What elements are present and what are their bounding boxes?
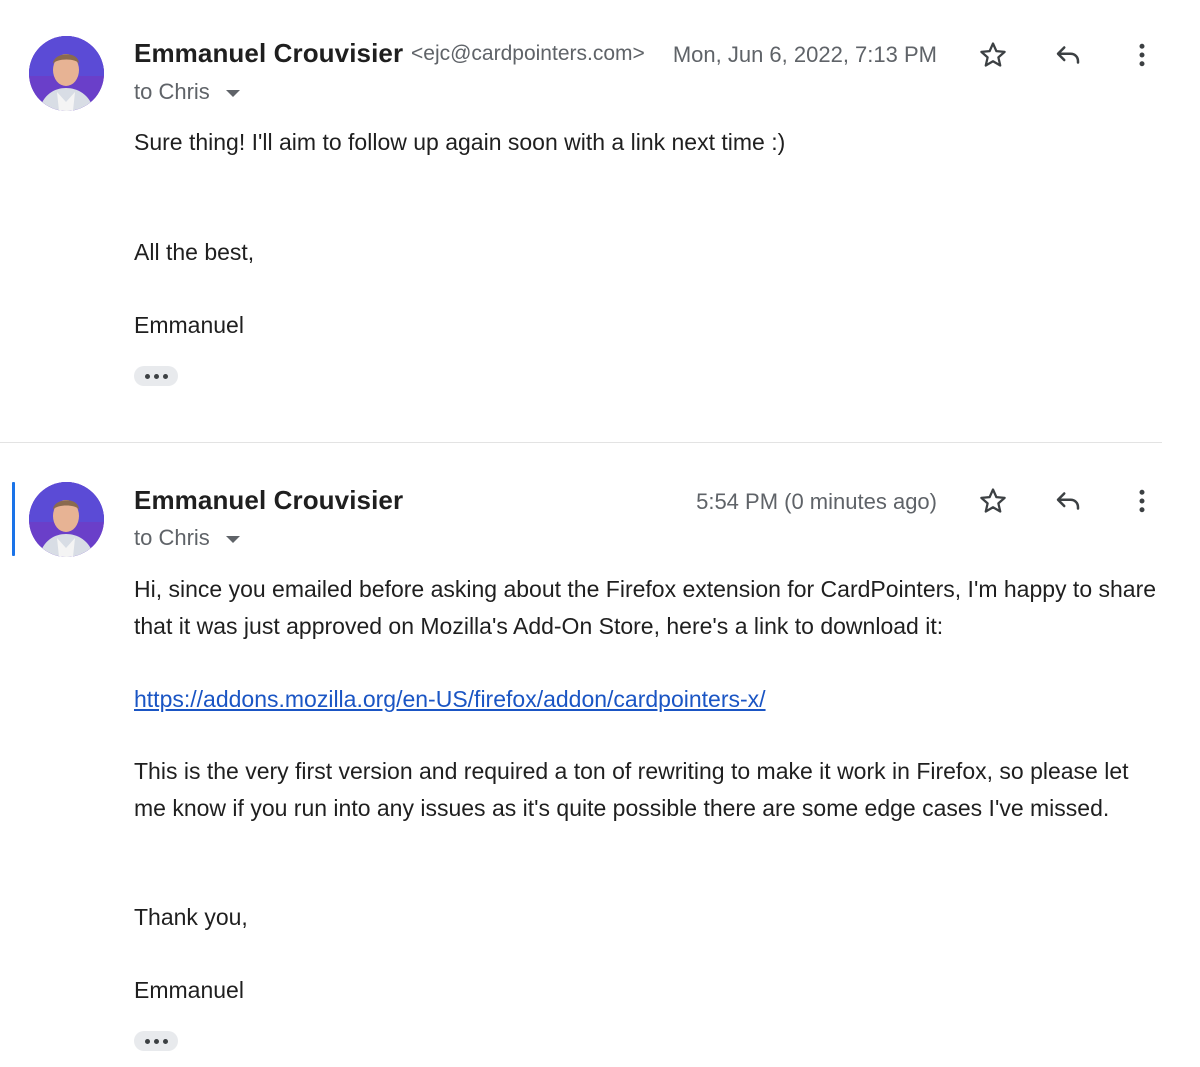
show-trimmed-content-button[interactable] — [134, 366, 178, 386]
signoff-block: All the best, — [134, 234, 1164, 271]
star-button[interactable] — [973, 481, 1013, 521]
more-vert-icon — [1139, 489, 1145, 513]
signature: Emmanuel — [134, 312, 244, 338]
email-message-1: Emmanuel Crouvisier <ejc@cardpointers.co… — [0, 0, 1162, 442]
star-icon — [980, 488, 1006, 513]
timestamp: Mon, Jun 6, 2022, 7:13 PM — [672, 42, 937, 67]
signoff-block: Thank you, — [134, 899, 1164, 936]
more-options-button[interactable] — [1122, 481, 1162, 521]
to-label: to Chris — [134, 525, 210, 550]
ellipsis-icon — [144, 1038, 150, 1044]
email-message-2: Emmanuel Crouvisier 5:54 PM (0 minutes a… — [0, 444, 1162, 1067]
message-body: Hi, since you emailed before asking abou… — [134, 571, 1164, 645]
signoff: Thank you, — [134, 904, 248, 930]
signature-block: Emmanuel — [134, 972, 1164, 1009]
message-body: Sure thing! I'll aim to follow up again … — [134, 124, 1164, 161]
recipients-dropdown[interactable]: to Chris — [134, 79, 240, 105]
avatar[interactable] — [29, 482, 104, 557]
signature-block: Emmanuel — [134, 307, 1164, 344]
addon-link[interactable]: https://addons.mozilla.org/en-US/firefox… — [134, 686, 766, 712]
message-divider — [0, 442, 1162, 443]
reply-button[interactable] — [1048, 481, 1088, 521]
more-vert-icon — [1139, 43, 1145, 67]
focus-indicator — [12, 482, 15, 556]
show-trimmed-content-button[interactable] — [134, 1031, 178, 1051]
recipients-dropdown[interactable]: to Chris — [134, 525, 240, 551]
signature: Emmanuel — [134, 977, 244, 1003]
timestamp: 5:54 PM (0 minutes ago) — [696, 489, 937, 514]
reply-icon — [1056, 492, 1080, 510]
reply-button[interactable] — [1048, 35, 1088, 75]
body-paragraph: Hi, since you emailed before asking abou… — [134, 576, 1157, 639]
body-paragraph-block: This is the very first version and requi… — [134, 753, 1164, 827]
signoff: All the best, — [134, 239, 255, 265]
sender-name[interactable]: Emmanuel Crouvisier — [134, 38, 403, 69]
avatar[interactable] — [29, 36, 104, 111]
body-paragraph: Sure thing! I'll aim to follow up again … — [134, 129, 786, 155]
chevron-down-icon — [225, 535, 240, 543]
reply-icon — [1056, 46, 1080, 64]
star-button[interactable] — [973, 35, 1013, 75]
chevron-down-icon — [225, 89, 240, 97]
body-paragraph: This is the very first version and requi… — [134, 758, 1129, 821]
to-label: to Chris — [134, 79, 210, 104]
sender-email: <ejc@cardpointers.com> — [411, 42, 645, 65]
sender-name[interactable]: Emmanuel Crouvisier — [134, 485, 403, 516]
more-options-button[interactable] — [1122, 35, 1162, 75]
ellipsis-icon — [144, 373, 150, 379]
link-block: https://addons.mozilla.org/en-US/firefox… — [134, 681, 1164, 718]
star-icon — [980, 42, 1006, 67]
